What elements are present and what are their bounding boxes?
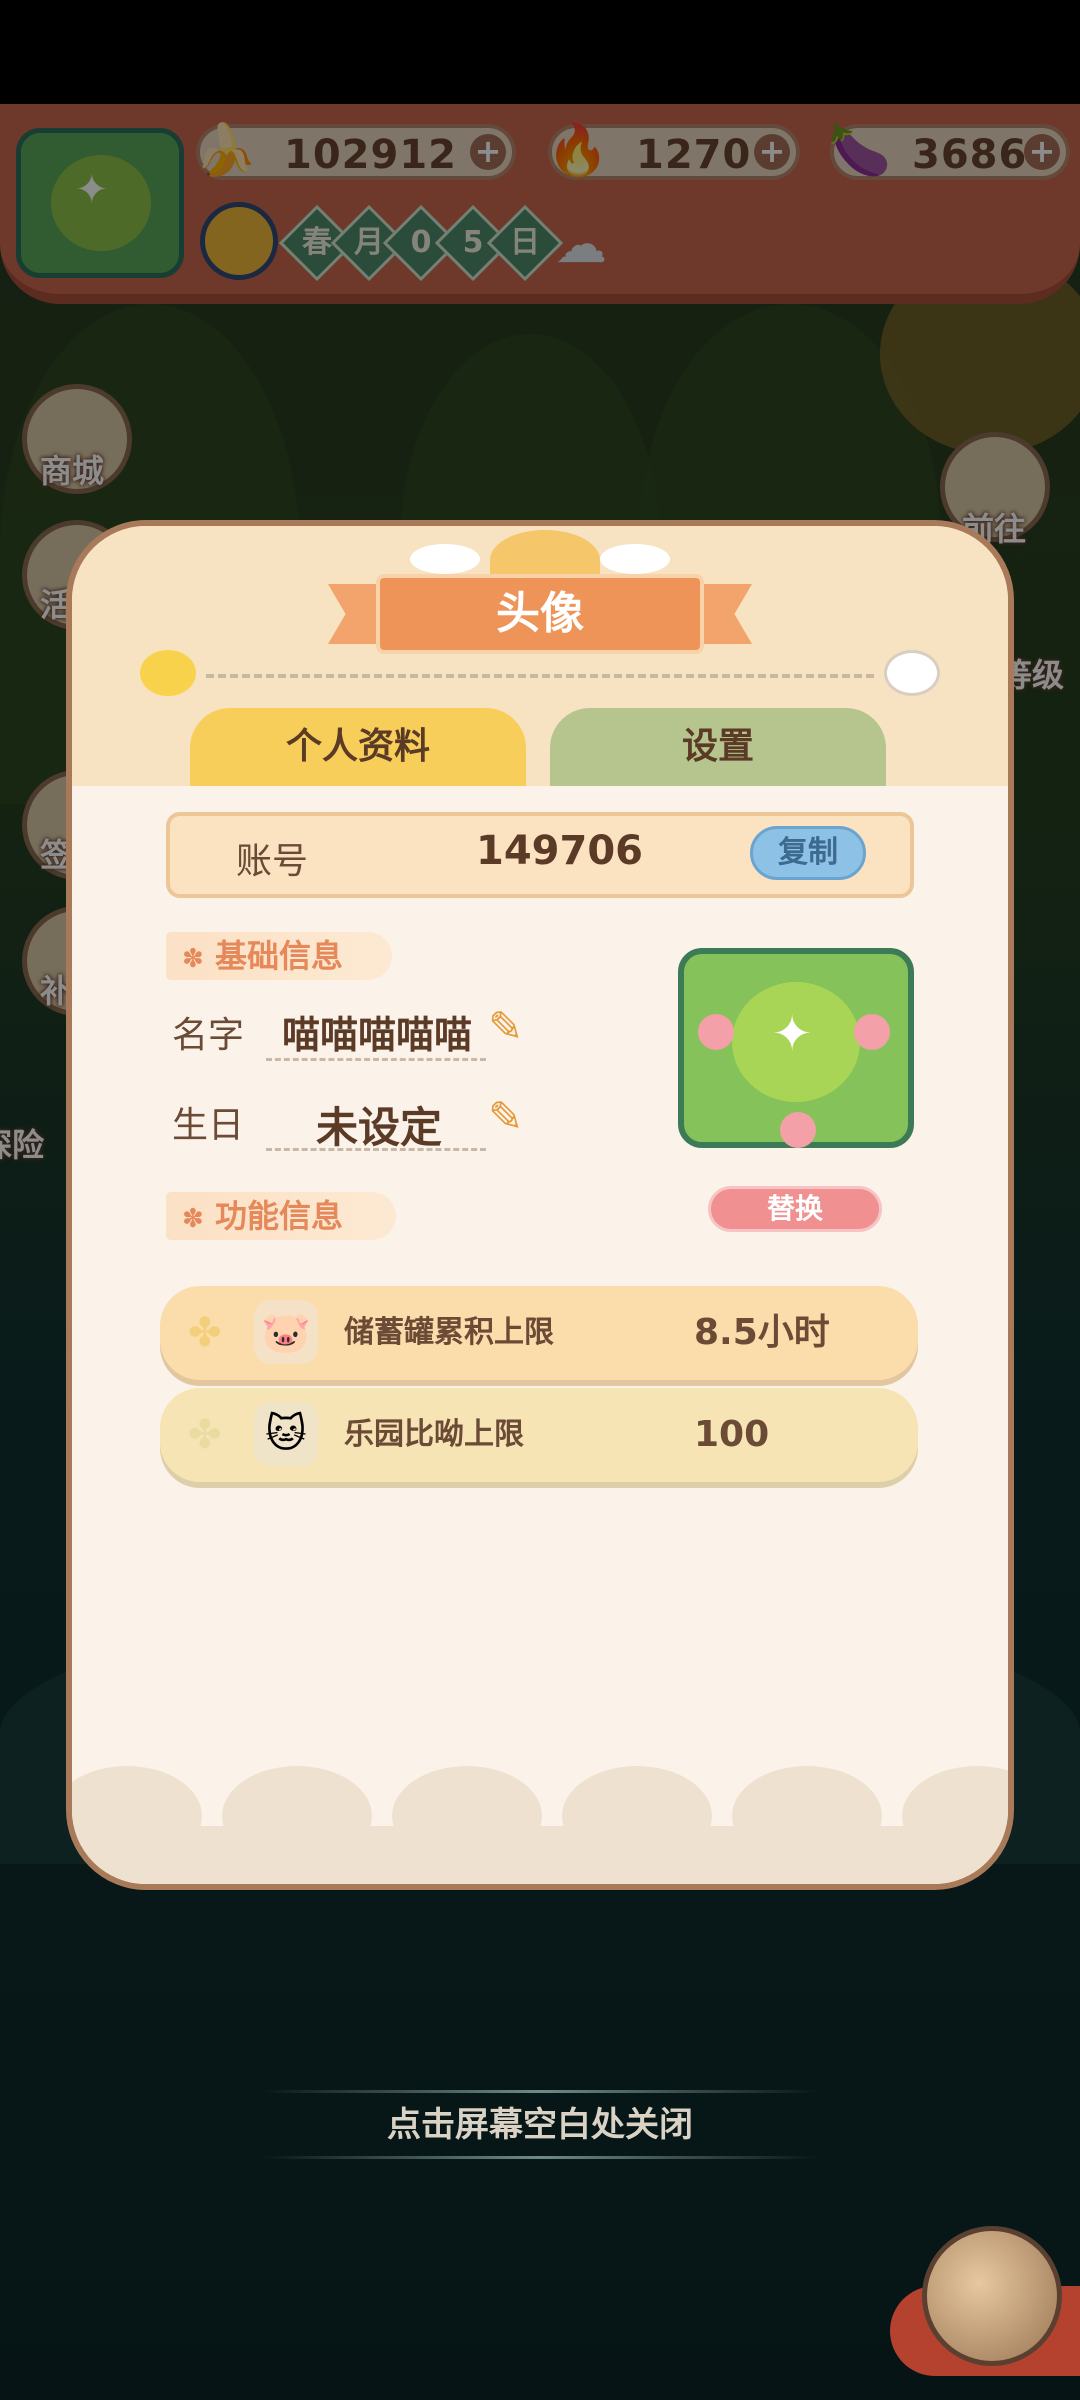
birthday-underline [266, 1148, 486, 1151]
cat-pair-icon: 🐱 [254, 1402, 318, 1466]
dialog-title: 头像 [496, 588, 584, 639]
name-label: 名字 [172, 1015, 245, 1056]
edit-birthday-pencil-icon[interactable]: ✎ [488, 1092, 523, 1141]
tab-profile[interactable]: 个人资料 [190, 708, 526, 786]
function-row-park: ✤ 🐱 乐园比呦上限 100 [160, 1388, 918, 1482]
function-info-label: 功能信息 [214, 1197, 343, 1235]
birthday-label: 生日 [172, 1105, 245, 1146]
clover-icon: ✽ [182, 1204, 204, 1234]
name-value: 喵喵喵喵喵 [282, 1013, 473, 1057]
row-value: 8.5小时 [694, 1312, 830, 1353]
function-row-savings: ✤ 🐷 储蓄罐累积上限 8.5小时 [160, 1286, 918, 1380]
name-underline [266, 1058, 486, 1061]
row-value: 100 [694, 1414, 770, 1455]
status-bar [0, 0, 1080, 104]
row-label: 乐园比呦上限 [344, 1417, 524, 1452]
edit-name-pencil-icon[interactable]: ✎ [488, 1002, 523, 1051]
flower-icon [780, 1112, 816, 1148]
replace-avatar-button[interactable]: 替换 [708, 1186, 882, 1232]
dragonfly-icon: ✦ [772, 1006, 813, 1062]
divider [206, 674, 874, 678]
basic-info-section-title: ✽ 基础信息 [166, 932, 392, 980]
right-wing-decoration [600, 544, 670, 574]
clover-icon: ✤ [188, 1412, 222, 1458]
clover-icon: ✤ [188, 1310, 222, 1356]
row-label: 储蓄罐累积上限 [344, 1315, 554, 1350]
left-wing-decoration [410, 544, 480, 574]
title-ribbon: 头像 [328, 574, 752, 654]
current-avatar-frame[interactable]: ✦ [678, 948, 914, 1148]
copy-button[interactable]: 复制 [750, 826, 866, 880]
bottom-strip [72, 1826, 1008, 1884]
close-hint[interactable]: 点击屏幕空白处关闭 [0, 2090, 1080, 2160]
birthday-value: 未设定 [316, 1103, 443, 1152]
hint-line-bottom [260, 2156, 820, 2159]
flower-icon [854, 1014, 890, 1050]
piggy-bank-cat-icon: 🐷 [254, 1300, 318, 1364]
account-id: 149706 [476, 828, 643, 874]
white-chick-icon [884, 650, 940, 696]
account-label: 账号 [236, 841, 309, 882]
yellow-chick-icon [140, 650, 196, 696]
flower-icon [698, 1014, 734, 1050]
clover-icon: ✽ [182, 944, 204, 974]
yarn-ball-icon[interactable] [922, 2226, 1062, 2366]
basic-info-label: 基础信息 [214, 937, 343, 975]
function-info-section-title: ✽ 功能信息 [166, 1192, 396, 1240]
account-bar: 账号 149706 复制 [166, 812, 914, 898]
tab-settings[interactable]: 设置 [550, 708, 886, 786]
